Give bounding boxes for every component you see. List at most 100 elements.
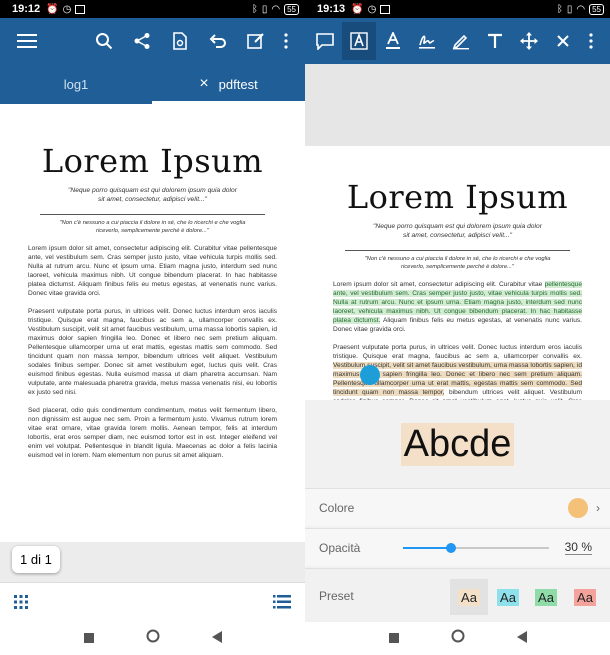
opacity-label: Opacità [319,540,361,555]
text-span: Praesent vulputate porta purus, in ultri… [333,344,582,360]
tab-label: log1 [63,76,89,92]
color-swatch[interactable] [568,497,588,518]
vibrate-icon: ▯ [566,3,573,15]
paragraph: Sed placerat, odio quis condimentum cond… [28,407,277,459]
highlight-style-panel: Abcde Colore › Opacità 30 % Preset Aa Aa… [305,400,610,622]
back-icon[interactable] [516,630,527,648]
search-icon[interactable] [85,22,123,60]
preset-3[interactable]: Aa [527,579,565,615]
status-bar: 19:12 ⏰ ◷ ᛒ ▯ ◠ 55 [0,0,305,18]
undo-icon[interactable] [199,22,237,60]
grid-view-icon[interactable] [14,595,28,614]
tab-log1[interactable]: log1 [0,64,152,104]
bottom-bar [0,582,305,622]
text-span: Lorem ipsum dolor sit amet, consectetur … [28,245,240,252]
close-icon[interactable] [546,22,580,60]
preset-swatch: Aa [574,588,596,606]
android-nav-bar [305,622,610,655]
divider [345,250,570,251]
app-notification-icon [75,4,86,14]
document-page: Lorem Ipsum "Neque porro quisquam est qu… [305,178,610,433]
more-options-icon[interactable] [275,22,297,60]
vibrate-icon: ▯ [261,3,268,15]
chevron-right-icon: › [596,500,600,515]
document-quote: "Neque porro quisquam est qui dolorem ip… [68,187,237,203]
preset-swatch: Aa [497,588,519,606]
close-tab-icon[interactable]: × [199,75,208,93]
move-icon[interactable] [512,22,546,60]
pen-icon[interactable] [444,22,478,60]
preset-1[interactable]: Aa [450,579,488,615]
preset-2[interactable]: Aa [489,579,527,615]
document-page: Lorem Ipsum "Neque porro quisquam est qu… [0,142,305,460]
text-tool-icon[interactable] [478,22,512,60]
active-tab-indicator [152,101,305,104]
viewer-toolbar [0,18,305,64]
page-indicator: 1 di 1 [12,546,60,573]
back-icon[interactable] [211,630,222,648]
opacity-value: 30 [564,540,578,554]
android-nav-bar [0,622,305,655]
status-bar: 19:13 ⏰ ◷ ᛒ ▯ ◠ 55 [305,0,610,18]
canvas-background [305,64,610,146]
signature-icon[interactable] [410,22,444,60]
color-row[interactable]: Colore › [305,488,610,526]
opacity-value-field[interactable]: 30 % [564,540,592,555]
phone-screen-viewer: 19:12 ⏰ ◷ ᛒ ▯ ◠ 55 log1 × pdftest Lorem … [0,0,305,655]
wifi-icon: ◠ [576,3,586,15]
document-quote-translation: "Non c'è nessuno a cui piaccia il dolore… [364,256,551,270]
home-icon[interactable] [146,629,160,648]
color-label: Colore [319,500,355,515]
app-notification-icon [380,4,391,14]
battery-icon: 55 [589,3,604,15]
paragraph: Lorem ipsum dolor sit amet, consectetur … [28,244,277,298]
document-quote-translation: "Non c'è nessuno a cui piaccia il dolore… [59,220,246,234]
recents-icon[interactable] [388,630,399,648]
annotation-toolbar [305,18,610,64]
style-preview: Abcde [305,400,610,488]
home-icon[interactable] [451,629,465,648]
alarm-icon: ⏰ [46,3,59,15]
slider-fill [403,547,452,549]
menu-icon[interactable] [8,22,46,60]
phone-screen-annotator: 19:13 ⏰ ◷ ᛒ ▯ ◠ 55 Lorem Ipsum "Neque po… [305,0,610,655]
bluetooth-icon: ᛒ [251,3,258,15]
document-tabs: log1 × pdftest [0,64,305,104]
system-icons: ᛒ ▯ ◠ 55 [556,3,604,15]
notification-icons: ⏰ ◷ [351,3,391,15]
selection-handle[interactable] [360,365,380,385]
more-options-icon[interactable] [580,22,602,60]
battery-icon: 55 [284,3,299,15]
document-quote: "Neque porro quisquam est qui dolorem ip… [373,223,542,239]
notification-icons: ⏰ ◷ [46,3,86,15]
share-icon[interactable] [123,22,161,60]
status-time: 19:12 [12,3,41,15]
divider [40,214,265,215]
highlight-text-icon[interactable] [342,22,376,60]
clock-icon: ◷ [62,3,72,15]
text-span: Praesent vulputate porta purus, in ultri… [28,308,277,324]
wifi-icon: ◠ [271,3,281,15]
preset-4[interactable]: Aa [566,579,604,615]
opacity-slider[interactable] [403,543,549,553]
tab-label: pdftest [218,76,258,92]
recents-icon[interactable] [83,630,94,648]
opacity-row: Opacità 30 % [305,528,610,566]
preset-row: Preset Aa Aa Aa Aa [305,568,610,622]
outline-list-icon[interactable] [273,595,291,614]
screenshot-pair: 19:12 ⏰ ◷ ᛒ ▯ ◠ 55 log1 × pdftest Lorem … [0,0,610,655]
comment-icon[interactable] [308,22,342,60]
preset-swatch: Aa [535,588,557,606]
bluetooth-icon: ᛒ [556,3,563,15]
paragraph: Lorem ipsum dolor sit amet, consectetur … [333,280,582,334]
alarm-icon: ⏰ [351,3,364,15]
underline-text-icon[interactable] [376,22,410,60]
document-settings-icon[interactable] [161,22,199,60]
clock-icon: ◷ [367,3,377,15]
tab-pdftest[interactable]: × pdftest [152,64,305,104]
edit-icon[interactable] [237,22,275,60]
preview-text: Abcde [400,422,515,466]
slider-thumb[interactable] [446,543,457,553]
preset-label: Preset [319,588,354,603]
status-time: 19:13 [317,3,346,15]
